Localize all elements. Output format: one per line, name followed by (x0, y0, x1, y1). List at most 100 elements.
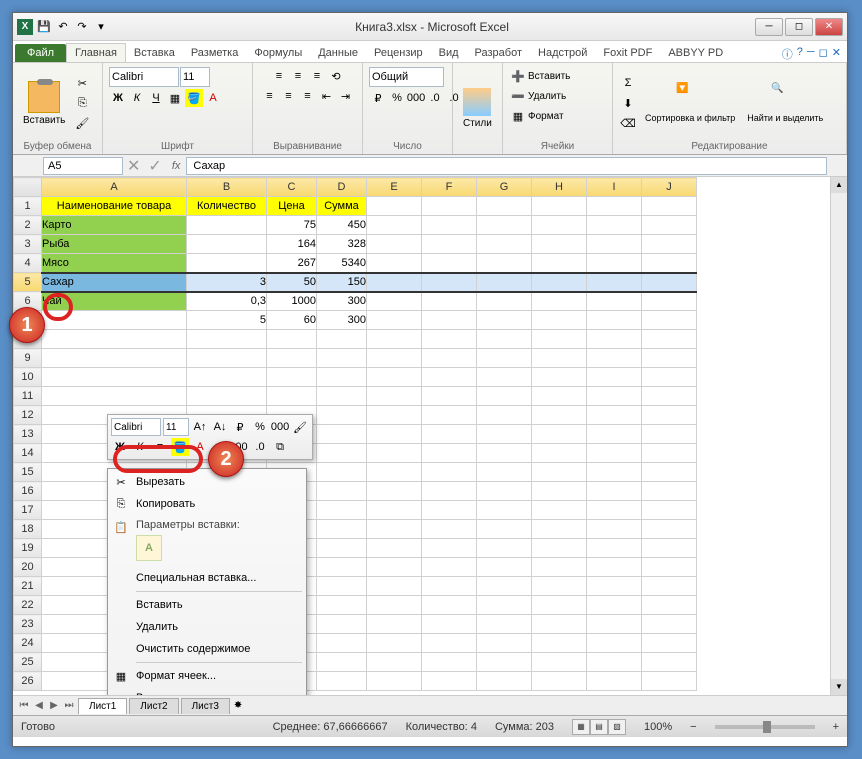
cell-G21[interactable] (477, 577, 532, 596)
cell-J13[interactable] (642, 425, 697, 444)
font-size-select[interactable] (180, 67, 210, 87)
cell-H3[interactable] (532, 235, 587, 254)
row-head-14[interactable]: 14 (14, 444, 42, 463)
cell-H7[interactable] (532, 311, 587, 330)
row-head-3[interactable]: 3 (14, 235, 42, 254)
cell-D24[interactable] (317, 634, 367, 653)
redo-icon[interactable]: ↷ (74, 19, 90, 35)
clear-icon[interactable]: ⌫ (619, 114, 637, 132)
cell-I21[interactable] (587, 577, 642, 596)
cell-I15[interactable] (587, 463, 642, 482)
cell-E18[interactable] (367, 520, 422, 539)
cell-C9[interactable] (267, 349, 317, 368)
cell-D13[interactable] (317, 425, 367, 444)
mini-font-select[interactable] (111, 418, 161, 436)
cell-I13[interactable] (587, 425, 642, 444)
cell-B3[interactable] (187, 235, 267, 254)
cell-D26[interactable] (317, 672, 367, 691)
cell-E16[interactable] (367, 482, 422, 501)
percent-icon[interactable]: % (388, 89, 406, 107)
row-head-9[interactable]: 9 (14, 349, 42, 368)
italic-button[interactable]: К (128, 89, 146, 107)
cell-J24[interactable] (642, 634, 697, 653)
cell-I3[interactable] (587, 235, 642, 254)
cell-F24[interactable] (422, 634, 477, 653)
fill-icon[interactable]: ⬇ (619, 94, 637, 112)
cell-J19[interactable] (642, 539, 697, 558)
qat-more-icon[interactable]: ▾ (93, 19, 109, 35)
cell-A9[interactable] (42, 349, 187, 368)
cell-E3[interactable] (367, 235, 422, 254)
cell-D15[interactable] (317, 463, 367, 482)
cell-F3[interactable] (422, 235, 477, 254)
cell-J25[interactable] (642, 653, 697, 672)
row-head-25[interactable]: 25 (14, 653, 42, 672)
row-head-15[interactable]: 15 (14, 463, 42, 482)
cm-insert[interactable]: Вставить (108, 594, 306, 616)
view-break-icon[interactable]: ▧ (608, 719, 626, 735)
cell-I2[interactable] (587, 216, 642, 235)
sheet-tab-1[interactable]: Лист1 (78, 698, 127, 714)
cell-D14[interactable] (317, 444, 367, 463)
fx-cancel-icon[interactable]: ✕ (127, 156, 140, 176)
cell-E4[interactable] (367, 254, 422, 273)
mini-size-select[interactable] (163, 418, 189, 436)
row-head-26[interactable]: 26 (14, 672, 42, 691)
insert-cells-icon[interactable]: ➕ (509, 67, 527, 85)
cell-E22[interactable] (367, 596, 422, 615)
mini-currency-icon[interactable]: ₽ (231, 418, 249, 436)
cell-G25[interactable] (477, 653, 532, 672)
cell-D9[interactable] (317, 349, 367, 368)
row-head-10[interactable]: 10 (14, 368, 42, 387)
cell-F1[interactable] (422, 197, 477, 216)
cell-B10[interactable] (187, 368, 267, 387)
font-name-select[interactable] (109, 67, 179, 87)
cell-G6[interactable] (477, 292, 532, 311)
cell-C10[interactable] (267, 368, 317, 387)
cell-E10[interactable] (367, 368, 422, 387)
cell-I23[interactable] (587, 615, 642, 634)
cell-G23[interactable] (477, 615, 532, 634)
cell-J10[interactable] (642, 368, 697, 387)
cell-J5[interactable] (642, 273, 697, 292)
cell-J21[interactable] (642, 577, 697, 596)
mini-align-icon[interactable]: ≡ (151, 438, 169, 456)
row-head-16[interactable]: 16 (14, 482, 42, 501)
col-head-E[interactable]: E (367, 178, 422, 197)
cell-F13[interactable] (422, 425, 477, 444)
cell-F20[interactable] (422, 558, 477, 577)
cell-B8[interactable] (187, 330, 267, 349)
mini-shrink-icon[interactable]: A↓ (211, 418, 229, 436)
cell-B7[interactable]: 5 (187, 311, 267, 330)
cell-A6[interactable]: Чай (42, 292, 187, 311)
cell-E2[interactable] (367, 216, 422, 235)
cell-J26[interactable] (642, 672, 697, 691)
cell-F26[interactable] (422, 672, 477, 691)
cell-D21[interactable] (317, 577, 367, 596)
tab-developer[interactable]: Разработ (467, 44, 530, 62)
cell-G8[interactable] (477, 330, 532, 349)
cell-F16[interactable] (422, 482, 477, 501)
cell-F21[interactable] (422, 577, 477, 596)
cell-I24[interactable] (587, 634, 642, 653)
cell-E21[interactable] (367, 577, 422, 596)
row-head-17[interactable]: 17 (14, 501, 42, 520)
cell-F2[interactable] (422, 216, 477, 235)
cell-C1[interactable]: Цена (267, 197, 317, 216)
row-head-24[interactable]: 24 (14, 634, 42, 653)
cell-G5[interactable] (477, 273, 532, 292)
cell-H4[interactable] (532, 254, 587, 273)
col-head-G[interactable]: G (477, 178, 532, 197)
sheet-tab-2[interactable]: Лист2 (129, 698, 178, 714)
cell-D17[interactable] (317, 501, 367, 520)
cell-H9[interactable] (532, 349, 587, 368)
cell-J7[interactable] (642, 311, 697, 330)
cell-G14[interactable] (477, 444, 532, 463)
row-head-23[interactable]: 23 (14, 615, 42, 634)
cm-paste-special[interactable]: Специальная вставка... (108, 567, 306, 589)
tab-formulas[interactable]: Формулы (246, 44, 310, 62)
cell-G7[interactable] (477, 311, 532, 330)
zoom-level[interactable]: 100% (644, 721, 672, 733)
mini-bold-icon[interactable]: Ж (111, 438, 129, 456)
cell-H6[interactable] (532, 292, 587, 311)
